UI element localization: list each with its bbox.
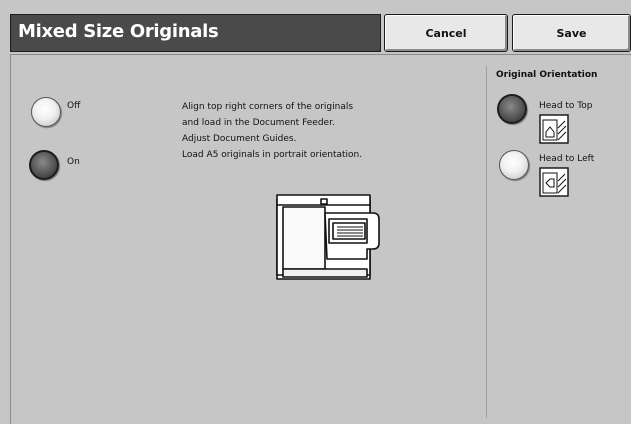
head-to-left-label: Head to Left [539,154,595,164]
panel-divider [486,66,487,418]
on-radio-button[interactable] [29,150,59,180]
document-feeder-icon [276,194,380,280]
on-radio-label: On [67,157,80,167]
head-to-top-radio-button[interactable] [497,94,527,124]
instruction-line: Load A5 originals in portrait orientatio… [182,150,363,160]
head-to-top-icon [539,114,569,144]
title-bar: Mixed Size Originals [10,14,381,52]
head-to-left-icon [539,167,569,197]
left-border [10,55,11,424]
header-divider [10,54,631,55]
page-title: Mixed Size Originals [18,21,219,42]
off-radio-button[interactable] [31,97,61,127]
original-orientation-title: Original Orientation [496,70,598,80]
instruction-line: and load in the Document Feeder. [182,118,335,128]
head-to-top-label: Head to Top [539,101,593,111]
save-button[interactable]: Save [512,14,631,52]
head-to-left-radio-button[interactable] [499,150,529,180]
instruction-line: Align top right corners of the originals [182,102,354,112]
cancel-button[interactable]: Cancel [384,14,508,52]
instruction-line: Adjust Document Guides. [182,134,297,144]
instructions-text: Align top right corners of the originals… [182,99,392,163]
mixed-size-originals-screen: Mixed Size Originals Cancel Save Off On … [0,0,631,424]
off-radio-label: Off [67,101,81,111]
